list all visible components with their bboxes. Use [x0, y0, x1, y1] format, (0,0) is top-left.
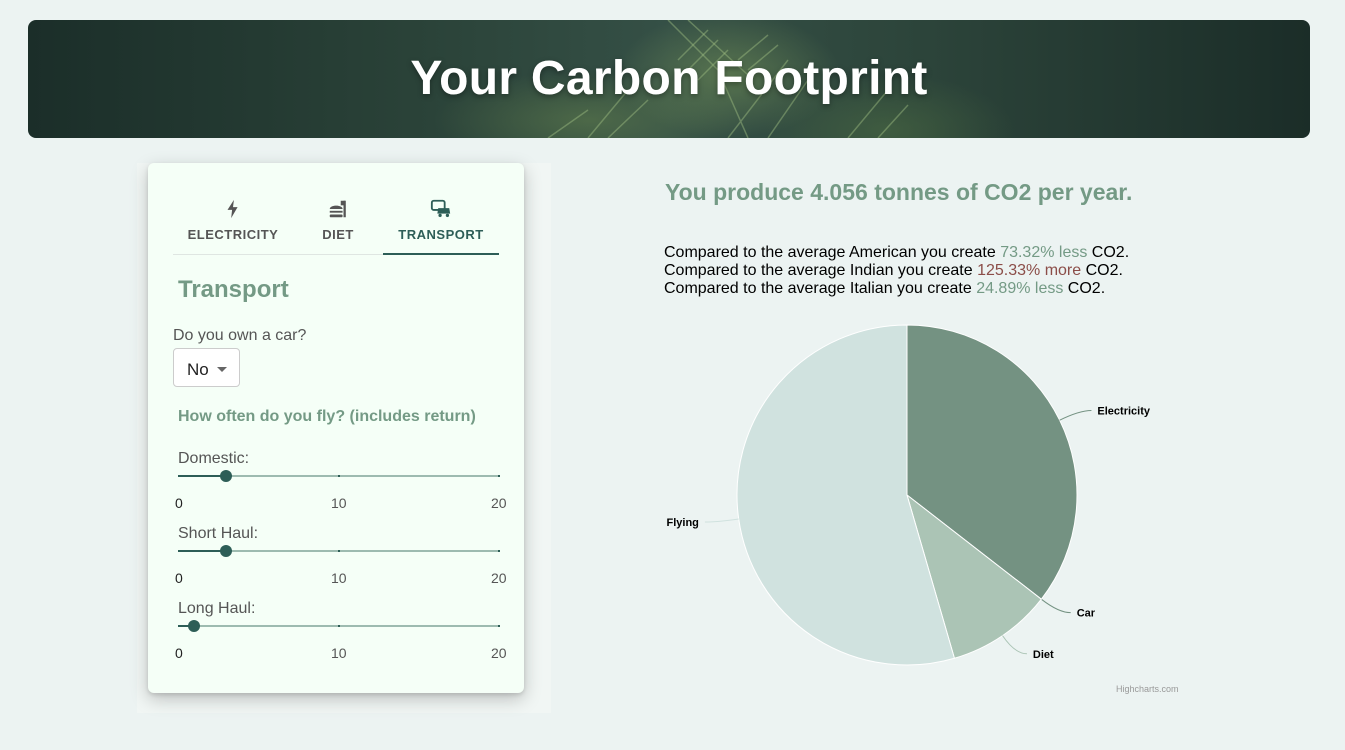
slider-label: Domestic:: [178, 450, 250, 467]
slider-tick: [338, 550, 340, 552]
pie-label-diet: Diet: [1033, 649, 1054, 661]
slider-max-label: 20: [491, 570, 507, 586]
slider-mid-label: 10: [331, 645, 347, 661]
slider-fill: [178, 475, 227, 477]
slider-tick: [498, 475, 500, 477]
slider-label: Long Haul:: [178, 600, 256, 617]
pie-connector-flying: [704, 518, 739, 523]
input-card: ELECTRICITY DIET TRANSPORT Transport Do …: [148, 163, 524, 693]
co2-total-headline: You produce 4.056 tonnes of CO2 per year…: [665, 179, 1133, 205]
tab-label: TRANSPORT: [398, 227, 484, 242]
comparison-suffix: CO2.: [1063, 280, 1106, 297]
slider-thumb[interactable]: [188, 620, 201, 632]
comparison-prefix: Compared to the average Indian you creat…: [664, 262, 978, 279]
fly-question-label: How often do you fly? (includes return): [178, 408, 476, 425]
tab-transport[interactable]: TRANSPORT: [383, 193, 499, 255]
slider-tick: [338, 625, 340, 627]
comparison-italian: Compared to the average Italian you crea…: [664, 280, 1129, 298]
comparison-amount: 24.89% less: [976, 280, 1064, 297]
comparison-suffix: CO2.: [1081, 262, 1123, 279]
comparison-suffix: CO2.: [1087, 244, 1130, 261]
slider-thumb[interactable]: [220, 470, 233, 482]
emissions-pie-chart: Electricity Car Diet Flying: [667, 324, 1151, 666]
comparison-prefix: Compared to the average Italian you crea…: [664, 280, 977, 297]
caret-down-icon: [217, 367, 227, 372]
slider-tick: [498, 625, 500, 627]
slider-max-label: 20: [491, 645, 507, 661]
pie-label-car: Car: [1077, 608, 1096, 620]
pie-connector-electricity: [1059, 410, 1092, 421]
food-icon: [329, 200, 346, 218]
long-haul-slider: Long Haul: 0 10 20: [173, 600, 513, 670]
slider-min-label: 0: [175, 570, 183, 586]
category-tabs: ELECTRICITY DIET TRANSPORT: [173, 193, 499, 255]
highcharts-credit-link[interactable]: Highcharts.com: [1116, 684, 1179, 694]
slider-thumb[interactable]: [220, 545, 233, 557]
section-title: Transport: [178, 276, 289, 303]
comparison-amount: 125.33% more: [977, 262, 1082, 279]
car-bus-icon: [430, 199, 451, 218]
tab-label: ELECTRICITY: [187, 227, 279, 242]
short-haul-slider: Short Haul: 0 10 20: [173, 525, 513, 595]
comparison-american: Compared to the average American you cre…: [664, 244, 1129, 262]
pie-label-electricity: Electricity: [1097, 406, 1150, 418]
pie-connector-car: [1041, 598, 1071, 614]
comparison-amount: 73.32% less: [1000, 244, 1088, 261]
slider-min-label: 0: [175, 495, 183, 511]
lightning-icon: [227, 199, 238, 219]
comparison-list: Compared to the average American you cre…: [664, 244, 1129, 298]
header-banner: Your Carbon Footprint: [28, 20, 1310, 138]
slider-tick: [498, 550, 500, 552]
slider-fill: [178, 550, 227, 552]
slider-mid-label: 10: [331, 495, 347, 511]
domestic-slider: Domestic: 0 10 20: [173, 450, 513, 520]
slider-tick: [338, 475, 340, 477]
car-ownership-select[interactable]: No: [173, 348, 240, 387]
slider-max-label: 20: [491, 495, 507, 511]
tab-label: DIET: [322, 227, 354, 242]
tab-electricity[interactable]: ELECTRICITY: [173, 193, 293, 255]
slider-min-label: 0: [175, 645, 183, 661]
comparison-prefix: Compared to the average American you cre…: [664, 244, 1001, 261]
car-ownership-value: No: [187, 360, 209, 379]
comparison-indian: Compared to the average Indian you creat…: [664, 262, 1129, 280]
page-title: Your Carbon Footprint: [410, 52, 928, 105]
slider-mid-label: 10: [331, 570, 347, 586]
car-question-label: Do you own a car?: [173, 327, 307, 344]
slider-label: Short Haul:: [178, 525, 259, 542]
pie-connector-diet: [1002, 635, 1027, 655]
tab-diet[interactable]: DIET: [293, 193, 383, 255]
pie-label-flying: Flying: [667, 517, 699, 529]
